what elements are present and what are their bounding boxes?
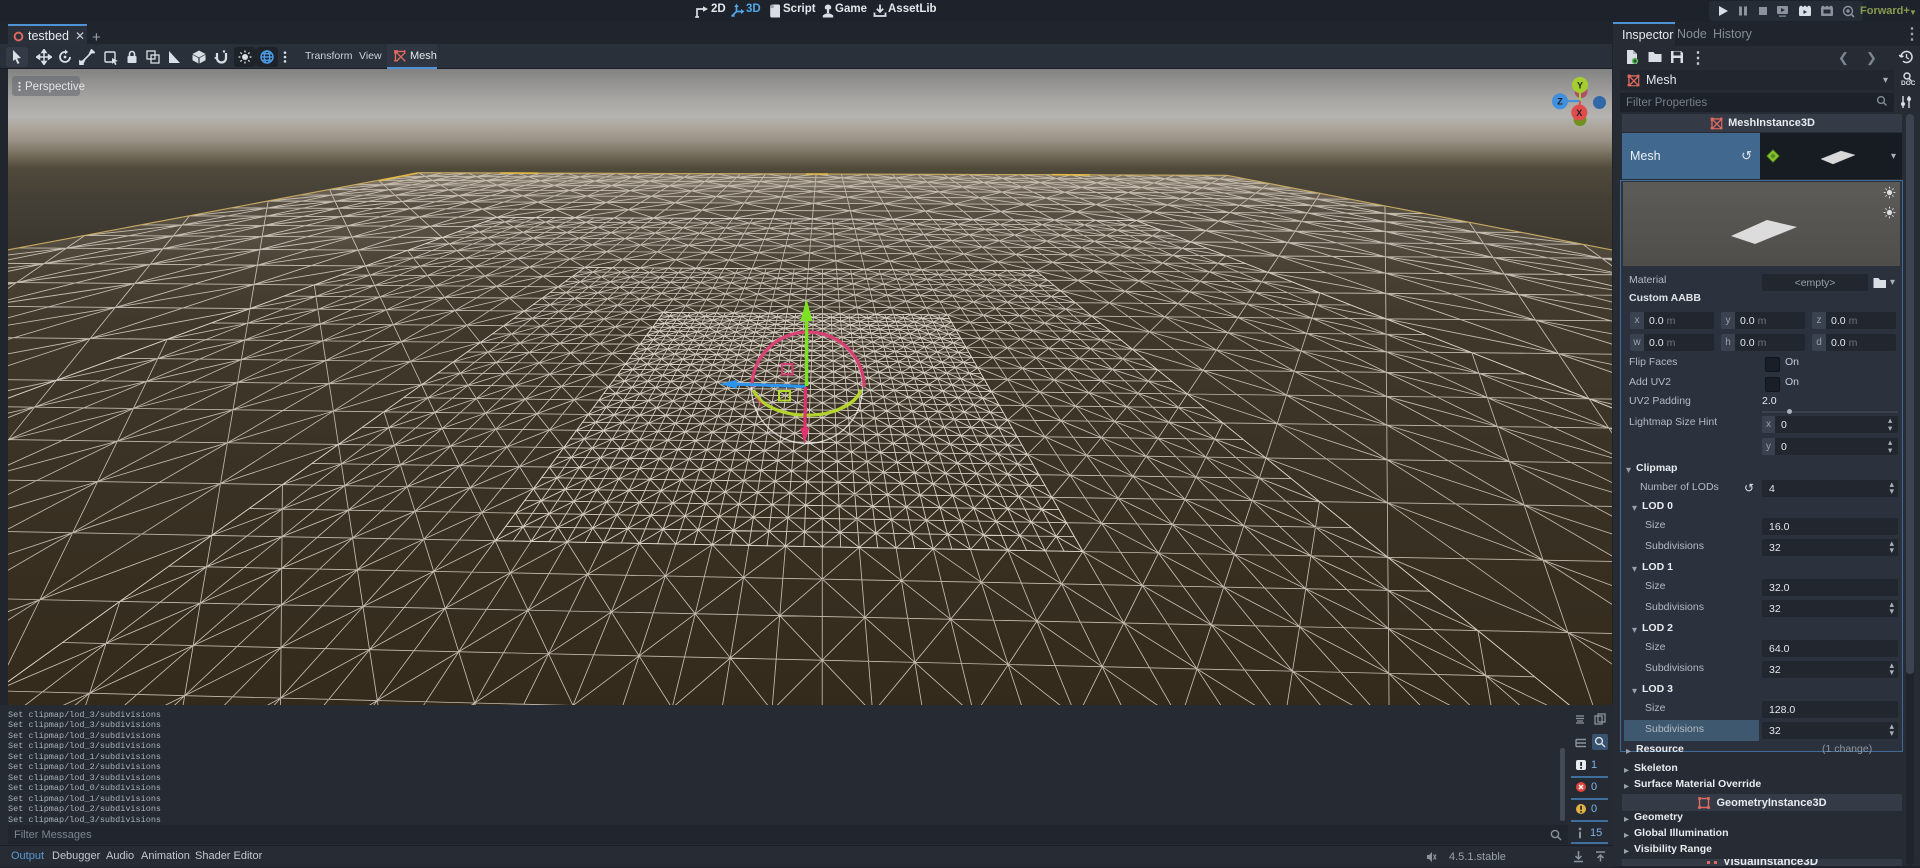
svg-text:DOC: DOC [1901,80,1915,87]
svg-text:Z: Z [1557,97,1563,107]
svg-text:X: X [1576,108,1582,118]
svg-text:Perspective: Perspective [25,81,85,93]
svg-text:Y: Y [1577,80,1583,90]
